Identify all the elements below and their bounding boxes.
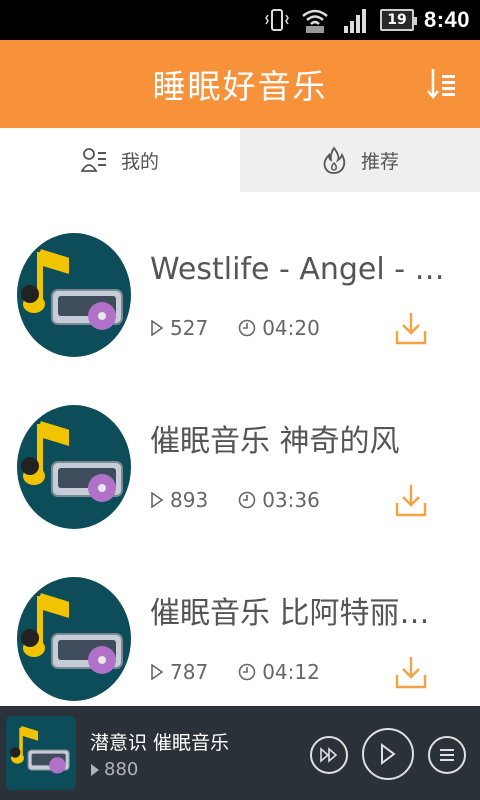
play-count-icon	[151, 664, 164, 680]
song-title: 催眠音乐 神奇的风	[150, 424, 400, 459]
list-item[interactable]: 催眠音乐 比阿特丽克斯 787 04:12	[0, 536, 480, 706]
fast-forward-icon	[320, 747, 338, 763]
play-small-icon	[91, 763, 99, 776]
now-playing-count: 880	[90, 759, 138, 780]
play-count: 527	[170, 316, 209, 340]
duration: 04:20	[262, 316, 320, 340]
wifi-icon	[300, 6, 330, 34]
duration: 04:12	[262, 660, 320, 684]
tab-mine-label: 我的	[120, 150, 159, 173]
clock-icon	[238, 491, 256, 509]
play-count: 787	[170, 660, 209, 684]
duration: 03:36	[262, 488, 320, 512]
menu-icon	[440, 749, 454, 761]
tab-bar: 我的 推荐	[0, 128, 480, 192]
play-count-icon	[151, 492, 164, 508]
app-header: 睡眠好音乐	[0, 40, 480, 128]
now-playing-title: 潜意识 催眠音乐	[90, 732, 230, 754]
album-art-icon	[17, 577, 131, 701]
clock-icon	[238, 319, 256, 337]
song-list: Westlife - Angel - 催... 527 04:20 催眠音乐 神…	[0, 192, 480, 706]
tab-mine[interactable]: 我的	[0, 128, 240, 192]
download-button[interactable]	[394, 654, 428, 690]
download-button[interactable]	[394, 310, 428, 346]
clock-icon	[238, 663, 256, 681]
page-title: 睡眠好音乐	[152, 67, 328, 106]
list-item[interactable]: Westlife - Angel - 催... 527 04:20	[0, 192, 480, 364]
album-art-icon	[6, 716, 76, 790]
song-meta: 527 04:20	[150, 316, 350, 340]
battery-level: 19	[387, 12, 407, 28]
now-playing-art	[6, 716, 76, 790]
download-icon	[395, 657, 427, 689]
play-icon	[381, 743, 396, 765]
play-count: 893	[170, 488, 209, 512]
signal-icon	[340, 6, 370, 34]
battery-icon: 19	[379, 9, 417, 31]
song-meta: 787 04:12	[150, 660, 350, 684]
album-art-icon	[17, 405, 131, 529]
next-button[interactable]	[310, 736, 348, 774]
song-title: 催眠音乐 比阿特丽克斯	[150, 596, 450, 631]
playlist-button[interactable]	[428, 736, 466, 774]
now-playing-plays: 880	[104, 759, 139, 780]
clock: 8:40	[423, 7, 470, 32]
song-title: Westlife - Angel - 催...	[150, 252, 450, 287]
download-icon	[395, 485, 427, 517]
album-art-icon	[17, 233, 131, 357]
download-button[interactable]	[394, 482, 428, 518]
download-icon	[395, 313, 427, 345]
play-button[interactable]	[362, 728, 414, 780]
status-bar: 19 8:40	[0, 0, 480, 40]
song-meta: 893 03:36	[150, 488, 350, 512]
flame-icon	[323, 146, 346, 174]
play-count-icon	[151, 320, 164, 336]
list-item[interactable]: 催眠音乐 神奇的风 893 03:36	[0, 364, 480, 536]
sort-button[interactable]	[426, 66, 458, 102]
vibrate-icon	[264, 7, 290, 33]
tab-recommend-label: 推荐	[360, 150, 399, 173]
person-list-icon	[80, 148, 106, 172]
sort-icon	[427, 69, 455, 99]
now-playing-bar[interactable]: 潜意识 催眠音乐 880	[0, 706, 480, 800]
tab-recommend[interactable]: 推荐	[240, 128, 480, 192]
